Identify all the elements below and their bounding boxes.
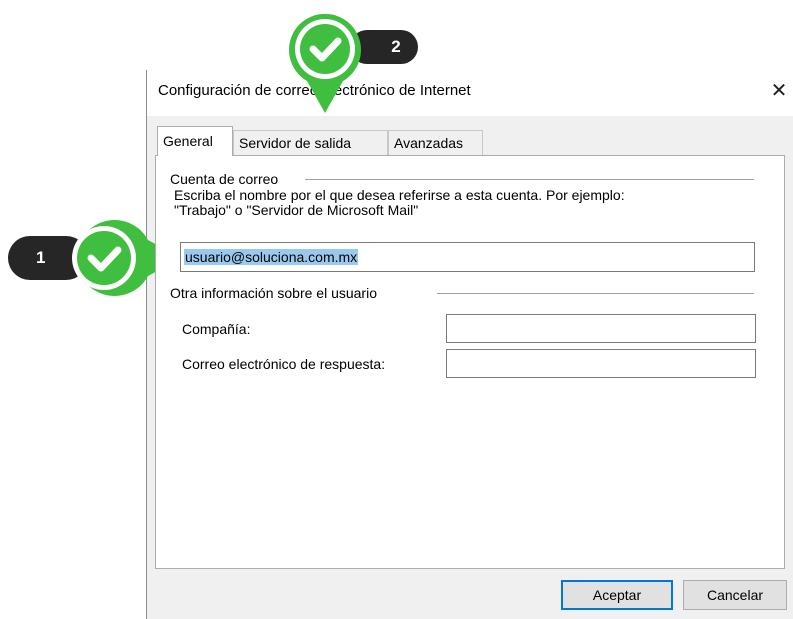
company-input[interactable] [446, 314, 756, 343]
account-description-line: Escriba el nombre por el que desea refer… [174, 187, 625, 203]
internet-email-settings-dialog: Configuración de correo electrónico de I… [146, 70, 793, 619]
account-name-input[interactable]: usuario@soluciona.com.mx [180, 242, 755, 272]
account-group-title: Cuenta de correo [170, 171, 285, 187]
account-description-line: "Trabajo" o "Servidor de Microsoft Mail" [174, 202, 419, 218]
reply-email-label: Correo electrónico de respuesta: [182, 356, 386, 372]
company-label: Compañía: [182, 321, 251, 337]
user-info-group-title: Otra información sobre el usuario [170, 285, 383, 301]
account-description: Escriba el nombre por el que desea refer… [174, 188, 754, 218]
group-divider [305, 179, 754, 180]
panel-content: Cuenta de correo Escriba el nombre por e… [147, 70, 793, 619]
step-number-1: 1 [36, 248, 46, 267]
step-number-2: 2 [391, 37, 401, 56]
group-divider [437, 293, 754, 294]
account-name-value: usuario@soluciona.com.mx [184, 249, 359, 265]
reply-email-input[interactable] [446, 349, 756, 378]
